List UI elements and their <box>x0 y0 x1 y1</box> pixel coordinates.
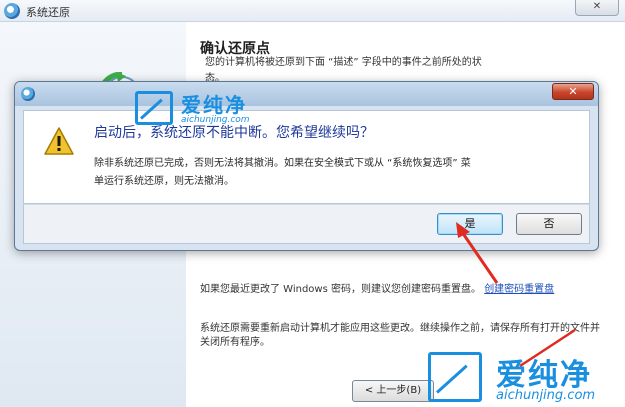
confirm-dialog: ✕ 启动后，系统还原不能中断。您希望继续吗？ 除非系统还原已完成，否则无法将其撤… <box>14 81 599 251</box>
restart-note: 系统还原需要重新启动计算机才能应用这些更改。继续操作之前，请保存所有打开的文件并… <box>200 323 600 348</box>
back-button[interactable]: < 上一步(B) <box>352 380 434 402</box>
password-note: 如果您最近更改了 Windows 密码，则建议您创建密码重置盘。 创建密码重置盘 <box>200 283 595 297</box>
page-subtitle: 您的计算机将被还原到下面 “描述” 字段中的事件之前所处的状 <box>205 57 482 68</box>
dialog-description: 除非系统还原已完成，否则无法将其撤消。如果在安全模式下或从 “系统恢复选项” 菜… <box>94 155 574 191</box>
dialog-description-line: 单运行系统还原，则无法撤消。 <box>94 176 234 187</box>
window-titlebar: 系统还原 ✕ <box>0 0 625 22</box>
watermark-brand-cn: 爱纯净 <box>181 93 247 117</box>
dialog-titlebar: ✕ <box>15 82 598 106</box>
dialog-close-button[interactable]: ✕ <box>552 83 594 100</box>
dialog-description-line: 除非系统还原已完成，否则无法将其撤消。如果在安全模式下或从 “系统恢复选项” 菜 <box>94 158 471 169</box>
password-note-text: 如果您最近更改了 Windows 密码，则建议您创建密码重置盘。 <box>200 284 481 295</box>
dialog-body: 启动后，系统还原不能中断。您希望继续吗？ 除非系统还原已完成，否则无法将其撤消。… <box>23 110 590 204</box>
yes-button[interactable]: 是 <box>437 213 503 235</box>
watermark-logo: 爱纯净 aichunjing.com <box>428 352 623 407</box>
window-close-button[interactable]: ✕ <box>575 0 619 16</box>
watermark-brand-en: aichunjing.com <box>181 115 250 125</box>
dialog-button-bar: 是 否 <box>23 204 590 244</box>
system-restore-icon <box>4 3 20 19</box>
no-button[interactable]: 否 <box>516 213 582 235</box>
watermark-brand-en: aichunjing.com <box>496 388 596 403</box>
warning-icon <box>44 127 74 155</box>
create-reset-disk-link[interactable]: 创建密码重置盘 <box>484 284 554 295</box>
system-restore-icon <box>21 87 35 101</box>
window-title: 系统还原 <box>26 6 70 19</box>
page-title: 确认还原点 <box>200 41 270 57</box>
watermark-logo: 爱纯净 aichunjing.com <box>135 91 285 131</box>
